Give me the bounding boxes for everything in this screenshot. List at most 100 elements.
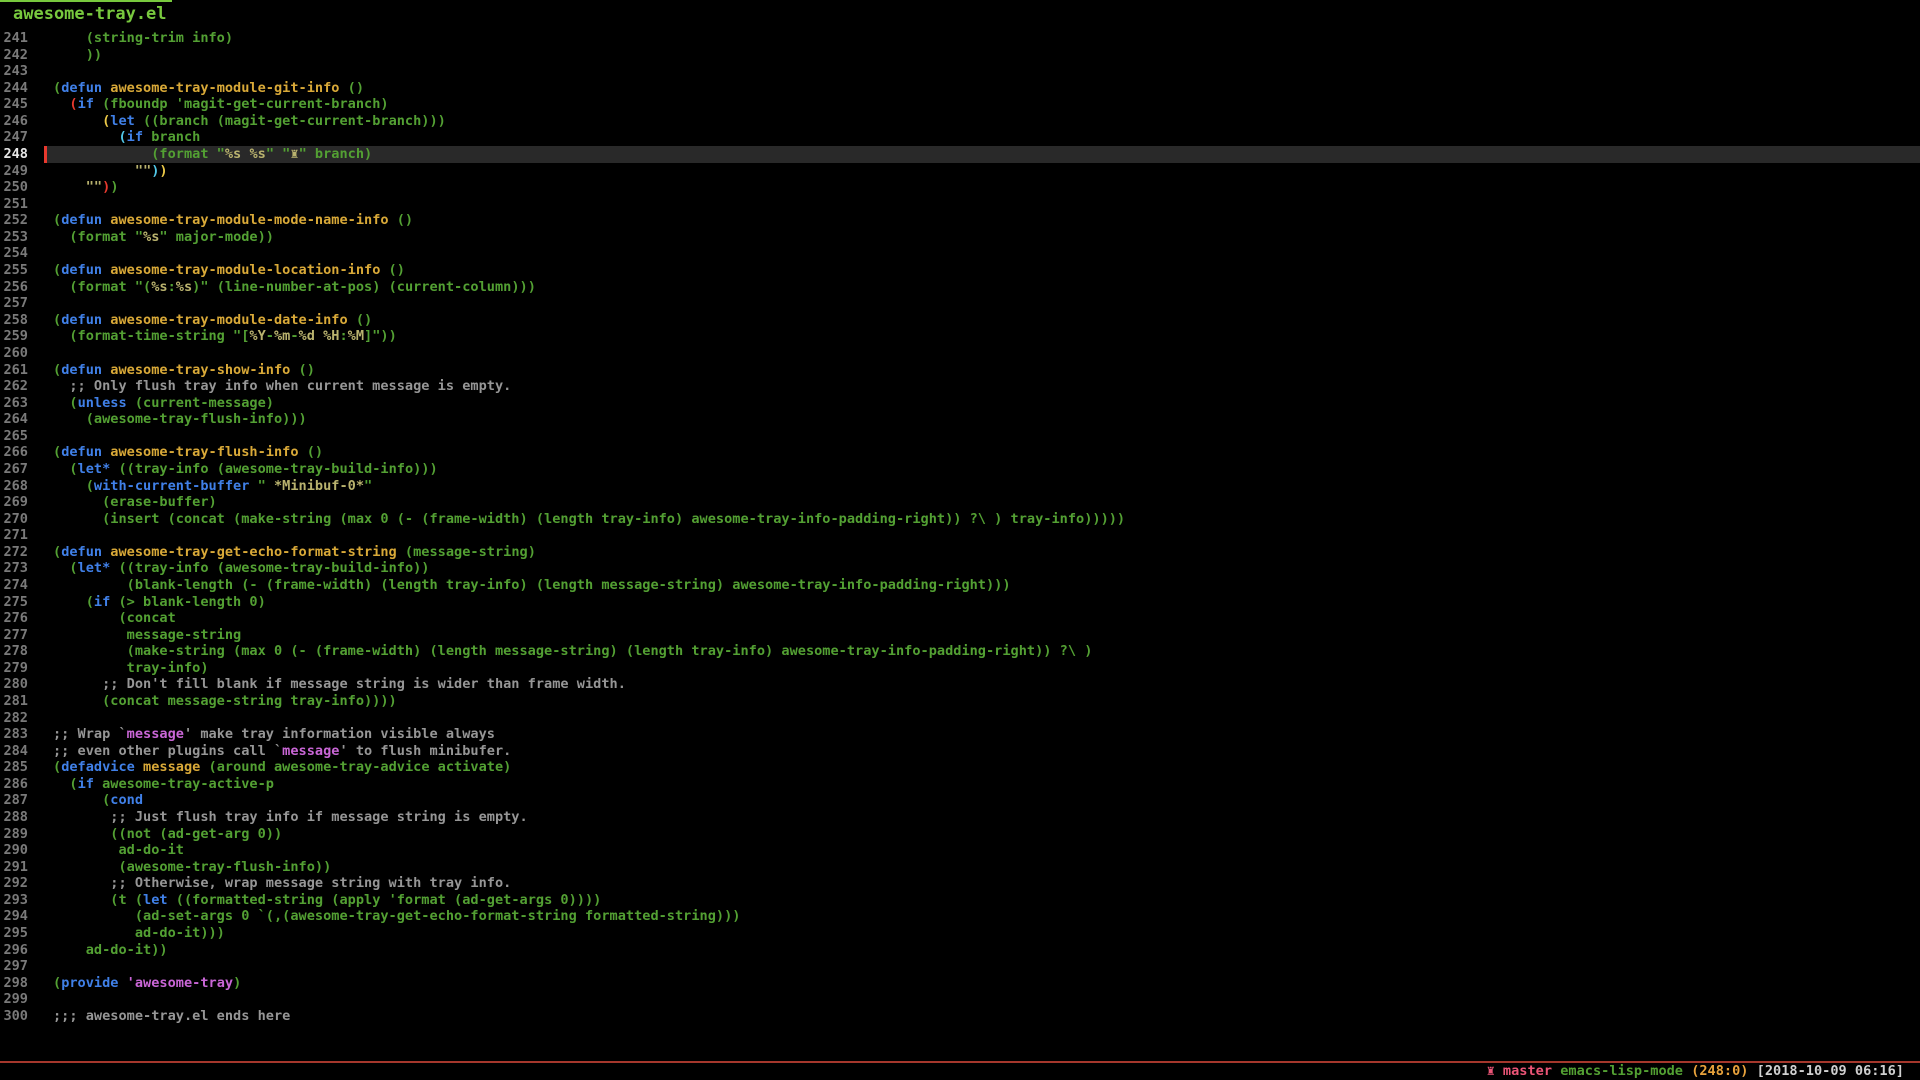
code-line[interactable]: 272(defun awesome-tray-get-echo-format-s… (0, 544, 1920, 561)
code-line[interactable]: 249 "")) (0, 163, 1920, 180)
code-line[interactable]: 267 (let* ((tray-info (awesome-tray-buil… (0, 461, 1920, 478)
code-line[interactable]: 284;; even other plugins call `message' … (0, 743, 1920, 760)
code-line[interactable]: 243 (0, 63, 1920, 80)
code-line[interactable]: 286 (if awesome-tray-active-p (0, 776, 1920, 793)
code-line[interactable]: 290 ad-do-it (0, 842, 1920, 859)
line-number: 243 (0, 63, 28, 80)
line-number: 266 (0, 444, 28, 461)
code-line[interactable]: 266(defun awesome-tray-flush-info () (0, 444, 1920, 461)
code-line[interactable]: 287 (cond (0, 792, 1920, 809)
code-text: ;;; awesome-tray.el ends here (53, 1008, 290, 1025)
code-line[interactable]: 252(defun awesome-tray-module-mode-name-… (0, 212, 1920, 229)
code-line[interactable]: 297 (0, 958, 1920, 975)
line-number: 279 (0, 660, 28, 677)
code-line[interactable]: 258(defun awesome-tray-module-date-info … (0, 312, 1920, 329)
code-text: ad-do-it))) (53, 925, 225, 942)
line-number: 278 (0, 643, 28, 660)
line-number: 247 (0, 129, 28, 146)
code-line[interactable]: 245 (if (fboundp 'magit-get-current-bran… (0, 96, 1920, 113)
code-line[interactable]: 293 (t (let ((formatted-string (apply 'f… (0, 892, 1920, 909)
code-line[interactable]: 296 ad-do-it)) (0, 942, 1920, 959)
code-line[interactable]: 242 )) (0, 47, 1920, 64)
code-line[interactable]: 259 (format-time-string "[%Y-%m-%d %H:%M… (0, 328, 1920, 345)
code-text: (format "%s" major-mode)) (53, 229, 274, 246)
code-line[interactable]: 250 "")) (0, 179, 1920, 196)
code-line[interactable]: 265 (0, 428, 1920, 445)
code-line[interactable]: 270 (insert (concat (make-string (max 0 … (0, 511, 1920, 528)
code-text: (cond (53, 792, 143, 809)
code-text: (if branch (53, 129, 200, 146)
code-line[interactable]: 260 (0, 345, 1920, 362)
code-line[interactable]: 283;; Wrap `message' make tray informati… (0, 726, 1920, 743)
code-text: (awesome-tray-flush-info)) (53, 859, 331, 876)
code-line[interactable]: 277 message-string (0, 627, 1920, 644)
code-line[interactable]: 261(defun awesome-tray-show-info () (0, 362, 1920, 379)
code-line[interactable]: 289 ((not (ad-get-arg 0)) (0, 826, 1920, 843)
code-text: ;; Only flush tray info when current mes… (53, 378, 511, 395)
code-line[interactable]: 275 (if (> blank-length 0) (0, 594, 1920, 611)
code-line[interactable]: 291 (awesome-tray-flush-info)) (0, 859, 1920, 876)
line-number: 260 (0, 345, 28, 362)
line-number: 263 (0, 395, 28, 412)
line-number: 290 (0, 842, 28, 859)
line-number: 273 (0, 560, 28, 577)
code-line[interactable]: 299 (0, 991, 1920, 1008)
line-number: 276 (0, 610, 28, 627)
code-area[interactable]: 241 (string-trim info)242 ))243244(defun… (0, 0, 1920, 1060)
code-text: (make-string (max 0 (- (frame-width) (le… (53, 643, 1092, 660)
line-number: 261 (0, 362, 28, 379)
code-line[interactable]: 244(defun awesome-tray-module-git-info (… (0, 80, 1920, 97)
code-line[interactable]: 268 (with-current-buffer " *Minibuf-0*" (0, 478, 1920, 495)
code-line[interactable]: 256 (format "(%s:%s)" (line-number-at-po… (0, 279, 1920, 296)
code-line[interactable]: 263 (unless (current-message) (0, 395, 1920, 412)
code-line[interactable]: 255(defun awesome-tray-module-location-i… (0, 262, 1920, 279)
awesome-tray-status: ♜ master emacs-lisp-mode (248:0) [2018-1… (1487, 1063, 1904, 1080)
line-number: 269 (0, 494, 28, 511)
line-number: 249 (0, 163, 28, 180)
code-text: )) (53, 47, 102, 64)
code-line[interactable]: 246 (let ((branch (magit-get-current-bra… (0, 113, 1920, 130)
code-text: (let ((branch (magit-get-current-branch)… (53, 113, 446, 130)
code-line[interactable]: 285(defadvice message (around awesome-tr… (0, 759, 1920, 776)
code-line[interactable]: 257 (0, 295, 1920, 312)
code-line[interactable]: 273 (let* ((tray-info (awesome-tray-buil… (0, 560, 1920, 577)
code-line[interactable]: 241 (string-trim info) (0, 30, 1920, 47)
code-line[interactable]: 278 (make-string (max 0 (- (frame-width)… (0, 643, 1920, 660)
code-line[interactable]: 247 (if branch (0, 129, 1920, 146)
code-line[interactable]: 274 (blank-length (- (frame-width) (leng… (0, 577, 1920, 594)
code-line[interactable]: 294 (ad-set-args 0 `(,(awesome-tray-get-… (0, 908, 1920, 925)
code-text: "")) (53, 163, 168, 180)
code-line[interactable]: 251 (0, 196, 1920, 213)
line-number: 287 (0, 792, 28, 809)
line-number: 299 (0, 991, 28, 1008)
line-number: 286 (0, 776, 28, 793)
code-text: (defun awesome-tray-module-location-info… (53, 262, 405, 279)
code-line[interactable]: 282 (0, 710, 1920, 727)
line-number: 274 (0, 577, 28, 594)
code-line[interactable]: 298(provide 'awesome-tray) (0, 975, 1920, 992)
code-line[interactable]: 292 ;; Otherwise, wrap message string wi… (0, 875, 1920, 892)
code-line[interactable]: 271 (0, 527, 1920, 544)
emacs-frame: awesome-tray.el 241 (string-trim info)24… (0, 0, 1920, 1080)
line-number: 298 (0, 975, 28, 992)
code-text: ad-do-it)) (53, 942, 168, 959)
code-text: (string-trim info) (53, 30, 233, 47)
code-line[interactable]: 295 ad-do-it))) (0, 925, 1920, 942)
code-line[interactable]: 248 (format "%s %s" "♜" branch) (0, 146, 1920, 163)
line-number: 294 (0, 908, 28, 925)
code-line[interactable]: 262 ;; Only flush tray info when current… (0, 378, 1920, 395)
code-line[interactable]: 279 tray-info) (0, 660, 1920, 677)
code-line[interactable]: 253 (format "%s" major-mode)) (0, 229, 1920, 246)
code-line[interactable]: 300;;; awesome-tray.el ends here (0, 1008, 1920, 1025)
code-line[interactable]: 269 (erase-buffer) (0, 494, 1920, 511)
code-line[interactable]: 281 (concat message-string tray-info)))) (0, 693, 1920, 710)
code-text: (defun awesome-tray-module-git-info () (53, 80, 364, 97)
code-text: (format-time-string "[%Y-%m-%d %H:%M]")) (53, 328, 397, 345)
line-number: 246 (0, 113, 28, 130)
code-line[interactable]: 288 ;; Just flush tray info if message s… (0, 809, 1920, 826)
code-text: (let* ((tray-info (awesome-tray-build-in… (53, 560, 430, 577)
code-line[interactable]: 254 (0, 245, 1920, 262)
code-line[interactable]: 280 ;; Don't fill blank if message strin… (0, 676, 1920, 693)
code-line[interactable]: 264 (awesome-tray-flush-info))) (0, 411, 1920, 428)
code-line[interactable]: 276 (concat (0, 610, 1920, 627)
